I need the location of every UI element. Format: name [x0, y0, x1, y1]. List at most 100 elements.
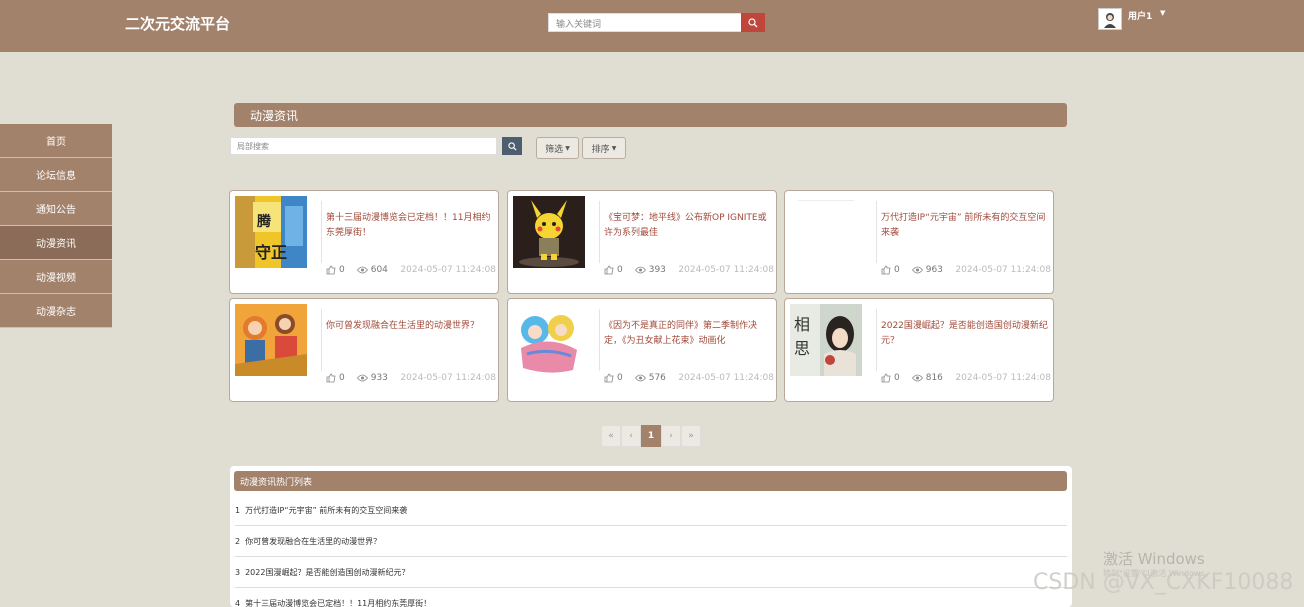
card-meta: 0 963 2024-05-07 11:24:08 — [881, 265, 1051, 275]
card-meta: 0 604 2024-05-07 11:24:08 — [326, 265, 496, 275]
svg-text:思: 思 — [794, 339, 810, 358]
card-divider — [599, 201, 600, 263]
sidebar-item-forum[interactable]: 论坛信息 — [0, 158, 112, 192]
hot-item-text[interactable]: 万代打造IP“元宇宙” 前所未有的交互空间来袭 — [245, 505, 407, 516]
news-card[interactable]: 《宝可梦：地平线》公布新OP IGNITE或许为系列最佳 0 393 2024-… — [507, 190, 777, 294]
sidebar-item-notice[interactable]: 通知公告 — [0, 192, 112, 226]
hot-item-number: 2 — [235, 537, 241, 546]
caret-down-icon: ▼ — [611, 144, 617, 152]
thumbs-up-icon — [881, 265, 891, 275]
site-logo[interactable]: 二次元交流平台 — [125, 13, 230, 34]
svg-text:相: 相 — [794, 315, 810, 334]
news-thumbnail[interactable] — [513, 196, 585, 268]
page-current[interactable]: 1 — [641, 425, 661, 447]
like-count[interactable]: 0 — [604, 265, 623, 275]
page-title: 动漫资讯 — [234, 103, 1067, 127]
card-divider — [321, 309, 322, 371]
search-input[interactable]: 输入关键词 — [548, 13, 742, 32]
thumbs-up-icon — [326, 373, 336, 383]
view-count: 933 — [356, 373, 388, 383]
windows-activation-watermark: 激活 Windows — [1103, 550, 1205, 568]
thumbs-up-icon — [604, 373, 614, 383]
page-last[interactable]: » — [681, 425, 701, 447]
sort-dropdown[interactable]: 排序 ▼ — [582, 137, 626, 159]
page-next[interactable]: › — [661, 425, 681, 447]
user-name[interactable]: 用户1 — [1128, 9, 1152, 22]
sidebar-item-anime-video[interactable]: 动漫视频 — [0, 260, 112, 294]
sidebar: 首页 论坛信息 通知公告 动漫资讯 动漫视频 动漫杂志 — [0, 124, 112, 328]
news-thumbnail[interactable] — [513, 304, 585, 376]
page-prev[interactable]: ‹ — [621, 425, 641, 447]
news-date: 2024-05-07 11:24:08 — [955, 265, 1051, 275]
news-thumbnail[interactable]: 腾守正 — [235, 196, 307, 268]
view-count: 604 — [356, 265, 388, 275]
card-divider — [321, 201, 322, 263]
news-card[interactable]: 《因为不是真正的同伴》第二季制作决定，《为丑女献上花束》动画化 0 576 20… — [507, 298, 777, 402]
news-date: 2024-05-07 11:24:08 — [678, 373, 774, 383]
view-count: 576 — [634, 373, 666, 383]
news-date: 2024-05-07 11:24:08 — [400, 373, 496, 383]
news-card[interactable]: 腾守正 第十三届动漫博览会已定档！！11月相约东莞厚街！ 0 604 2024-… — [229, 190, 499, 294]
sidebar-item-anime-news[interactable]: 动漫资讯 — [0, 226, 112, 260]
news-date: 2024-05-07 11:24:08 — [400, 265, 496, 275]
eye-icon — [634, 374, 646, 382]
like-count[interactable]: 0 — [881, 265, 900, 275]
pagination: « ‹ 1 › » — [601, 425, 701, 447]
hot-list-item[interactable]: 4 第十三届动漫博览会已定档！！11月相约东莞厚街！ — [235, 588, 1067, 607]
news-title[interactable]: 万代打造IP“元宇宙” 前所未有的交互空间来袭 — [881, 211, 1049, 241]
local-search-button[interactable] — [502, 137, 522, 155]
hot-item-number: 3 — [235, 568, 241, 577]
filter-label: 筛选 — [545, 144, 564, 155]
news-thumbnail[interactable] — [790, 196, 862, 268]
hot-list-item[interactable]: 2 你可曾发现融合在生活里的动漫世界？ — [235, 527, 1067, 557]
avatar[interactable] — [1098, 8, 1122, 30]
search-button[interactable] — [741, 13, 765, 32]
like-count[interactable]: 0 — [881, 373, 900, 383]
search-icon — [507, 141, 517, 151]
thumbs-up-icon — [604, 265, 614, 275]
card-meta: 0 576 2024-05-07 11:24:08 — [604, 373, 774, 383]
hot-item-text[interactable]: 第十三届动漫博览会已定档！！11月相约东莞厚街！ — [245, 598, 431, 607]
hot-item-text[interactable]: 你可曾发现融合在生活里的动漫世界？ — [245, 536, 381, 547]
news-thumbnail[interactable]: 相思 — [790, 304, 862, 376]
sidebar-item-home[interactable]: 首页 — [0, 124, 112, 158]
news-title[interactable]: 《宝可梦：地平线》公布新OP IGNITE或许为系列最佳 — [604, 211, 772, 241]
eye-icon — [911, 266, 923, 274]
hot-list-item[interactable]: 3 2022国漫崛起？是否能创造国创动漫新纪元？ — [235, 558, 1067, 588]
thumbs-up-icon — [326, 265, 336, 275]
news-title[interactable]: 你可曾发现融合在生活里的动漫世界？ — [326, 319, 494, 334]
filter-dropdown[interactable]: 筛选 ▼ — [536, 137, 579, 159]
view-count: 816 — [911, 373, 943, 383]
caret-down-icon: ▼ — [565, 144, 570, 152]
hot-item-number: 1 — [235, 506, 241, 515]
sidebar-item-anime-magazine[interactable]: 动漫杂志 — [0, 294, 112, 328]
news-title[interactable]: 2022国漫崛起？是否能创造国创动漫新纪元？ — [881, 319, 1049, 349]
news-date: 2024-05-07 11:24:08 — [955, 373, 1051, 383]
svg-text:腾: 腾 — [257, 213, 272, 230]
news-card[interactable]: 相思 2022国漫崛起？是否能创造国创动漫新纪元？ 0 816 2024-05-… — [784, 298, 1054, 402]
view-count: 963 — [911, 265, 943, 275]
view-count: 393 — [634, 265, 666, 275]
like-count[interactable]: 0 — [604, 373, 623, 383]
eye-icon — [356, 266, 368, 274]
local-search-input[interactable]: 局部搜索 — [230, 137, 497, 155]
eye-icon — [356, 374, 368, 382]
news-card[interactable]: 你可曾发现融合在生活里的动漫世界？ 0 933 2024-05-07 11:24… — [229, 298, 499, 402]
like-count[interactable]: 0 — [326, 373, 345, 383]
card-meta: 0 933 2024-05-07 11:24:08 — [326, 373, 496, 383]
card-meta: 0 393 2024-05-07 11:24:08 — [604, 265, 774, 275]
news-title[interactable]: 《因为不是真正的同伴》第二季制作决定，《为丑女献上花束》动画化 — [604, 319, 772, 349]
like-count[interactable]: 0 — [326, 265, 345, 275]
chevron-down-icon[interactable]: ▼ — [1160, 9, 1165, 17]
hot-list-item[interactable]: 1 万代打造IP“元宇宙” 前所未有的交互空间来袭 — [235, 496, 1067, 526]
news-card[interactable]: 万代打造IP“元宇宙” 前所未有的交互空间来袭 0 963 2024-05-07… — [784, 190, 1054, 294]
news-title[interactable]: 第十三届动漫博览会已定档！！11月相约东莞厚街！ — [326, 211, 494, 241]
page-first[interactable]: « — [601, 425, 621, 447]
news-thumbnail[interactable] — [235, 304, 307, 376]
card-meta: 0 816 2024-05-07 11:24:08 — [881, 373, 1051, 383]
top-header: 二次元交流平台 输入关键词 用户1 ▼ — [0, 0, 1304, 52]
search-icon — [748, 17, 758, 27]
card-divider — [876, 309, 877, 371]
sort-label: 排序 — [591, 144, 610, 155]
hot-item-text[interactable]: 2022国漫崛起？是否能创造国创动漫新纪元？ — [245, 567, 409, 578]
